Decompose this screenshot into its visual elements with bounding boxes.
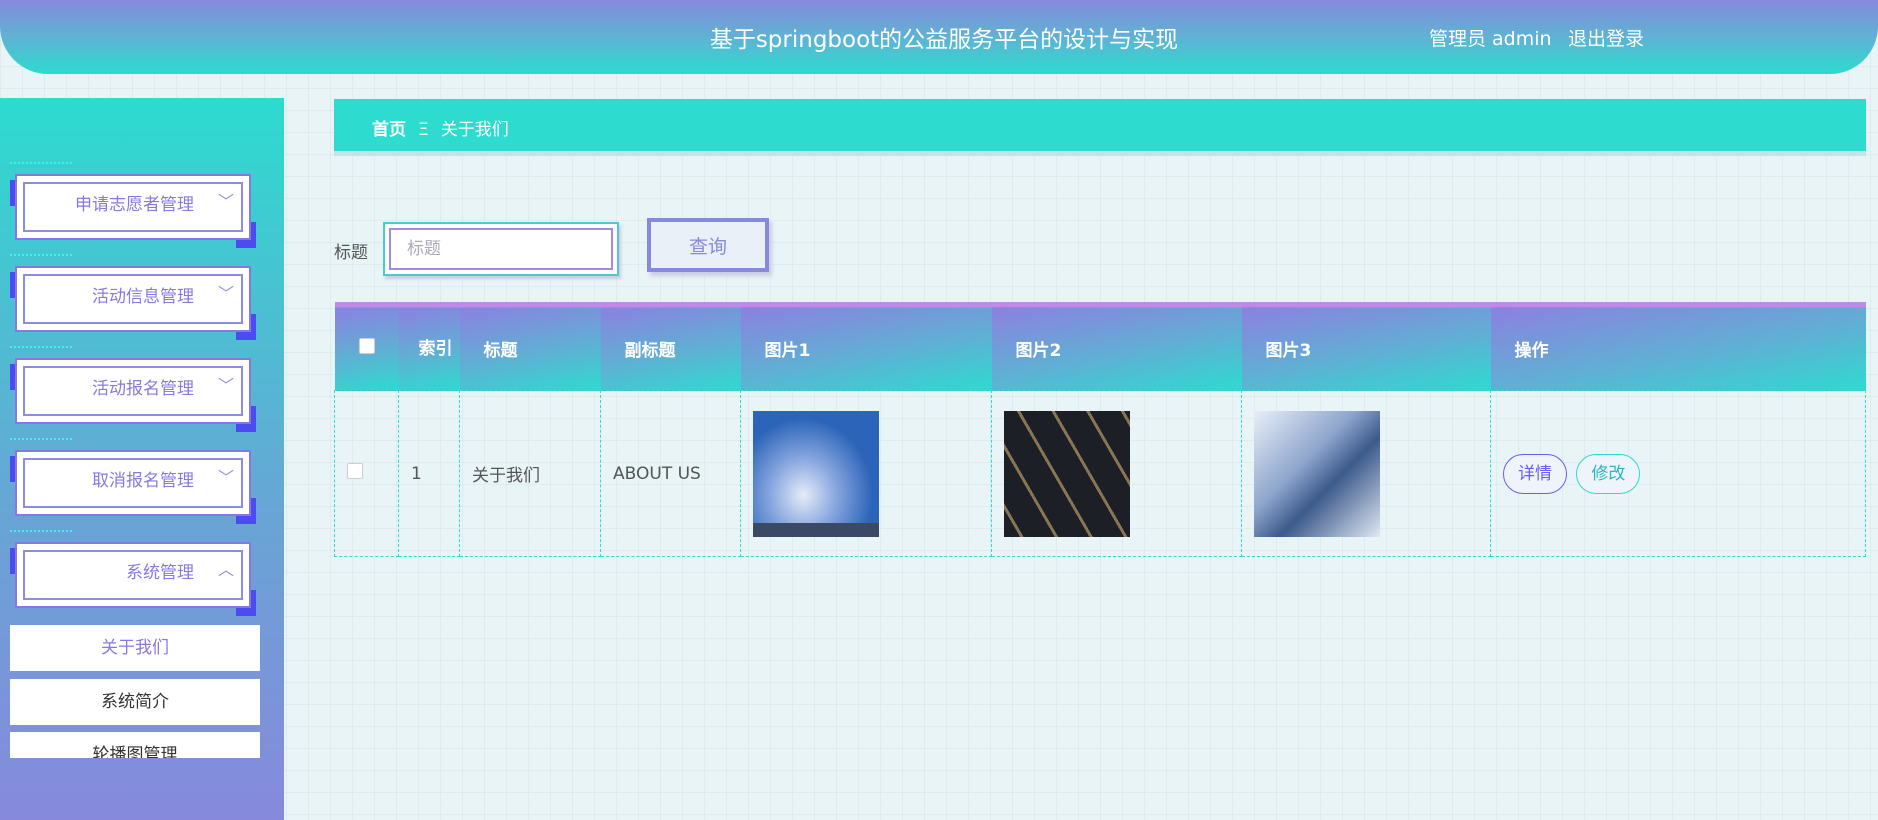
logout-link[interactable]: 退出登录: [1568, 24, 1644, 51]
top-header: 基于springboot的公益服务平台的设计与实现 管理员 admin 退出登录: [0, 0, 1878, 74]
breadcrumb-separator: Ξ: [418, 120, 429, 140]
title-search-input[interactable]: [383, 222, 619, 276]
breadcrumb: 首页 Ξ 关于我们: [334, 99, 1866, 156]
cell-index: 1: [398, 390, 460, 557]
detail-button[interactable]: 详情: [1503, 453, 1567, 494]
sidebar-item-activity-info[interactable]: 活动信息管理 ﹀: [10, 254, 256, 340]
header-index: 索引: [398, 304, 460, 391]
image1-thumbnail: [753, 410, 879, 537]
header-title: 标题: [459, 304, 601, 391]
chevron-down-icon: ﹀: [217, 468, 234, 487]
cell-actions: 详情 修改: [1490, 390, 1866, 557]
search-label: 标题: [334, 243, 368, 263]
header-actions: 操作: [1490, 304, 1866, 391]
chevron-down-icon: ﹀: [217, 284, 234, 303]
row-select-cell: [334, 390, 399, 557]
cell-image1: [740, 390, 992, 557]
submenu-carousel[interactable]: 轮播图管理: [10, 732, 260, 758]
table-header-row: 索引 标题 副标题 图片1 图片2 图片3 操作: [334, 304, 1866, 391]
menu-label: 活动报名管理: [92, 379, 194, 399]
select-all-header[interactable]: [334, 304, 399, 391]
menu-label: 申请志愿者管理: [75, 195, 194, 215]
breadcrumb-home[interactable]: 首页: [372, 120, 406, 140]
data-table: 索引 标题 副标题 图片1 图片2 图片3 操作 1 关于我们 ABOUT US…: [334, 302, 1866, 557]
cell-title: 关于我们: [459, 390, 601, 557]
menu-label: 系统管理: [126, 563, 194, 583]
header-subtitle: 副标题: [600, 304, 741, 391]
sidebar: 申请志愿者管理 ﹀ 活动信息管理 ﹀ 活动报名管理 ﹀ 取消报名管理 ﹀ 系统管理 ︿ 关…: [0, 98, 284, 820]
submenu-about-us[interactable]: 关于我们: [10, 625, 260, 671]
cell-image3: [1241, 390, 1491, 557]
chevron-up-icon: ︿: [217, 560, 234, 579]
header-image3: 图片3: [1241, 304, 1491, 391]
cell-subtitle: ABOUT US: [600, 390, 741, 557]
menu-label: 取消报名管理: [92, 471, 194, 491]
sidebar-item-activity-signup[interactable]: 活动报名管理 ﹀: [10, 346, 256, 432]
header-image1: 图片1: [740, 304, 992, 391]
header-image2: 图片2: [991, 304, 1242, 391]
sidebar-item-system[interactable]: 系统管理 ︿: [10, 530, 256, 616]
query-button[interactable]: 查询: [647, 218, 769, 272]
edit-button[interactable]: 修改: [1576, 453, 1641, 494]
chevron-down-icon: ﹀: [217, 192, 234, 211]
submenu-system-intro[interactable]: 系统简介: [10, 679, 260, 725]
sidebar-item-cancel-signup[interactable]: 取消报名管理 ﹀: [10, 438, 256, 524]
table-row: 1 关于我们 ABOUT US 详情 修改: [334, 390, 1866, 557]
menu-label: 活动信息管理: [92, 287, 194, 307]
image2-thumbnail: [1004, 410, 1130, 537]
breadcrumb-current: 关于我们: [440, 120, 509, 140]
select-all-checkbox[interactable]: [358, 338, 375, 354]
chevron-down-icon: ﹀: [217, 376, 234, 395]
current-user: 管理员 admin: [1429, 28, 1552, 50]
image3-thumbnail: [1254, 410, 1380, 537]
sidebar-item-volunteer-apply[interactable]: 申请志愿者管理 ﹀: [10, 162, 256, 248]
row-checkbox[interactable]: [347, 463, 363, 479]
cell-image2: [991, 390, 1242, 557]
